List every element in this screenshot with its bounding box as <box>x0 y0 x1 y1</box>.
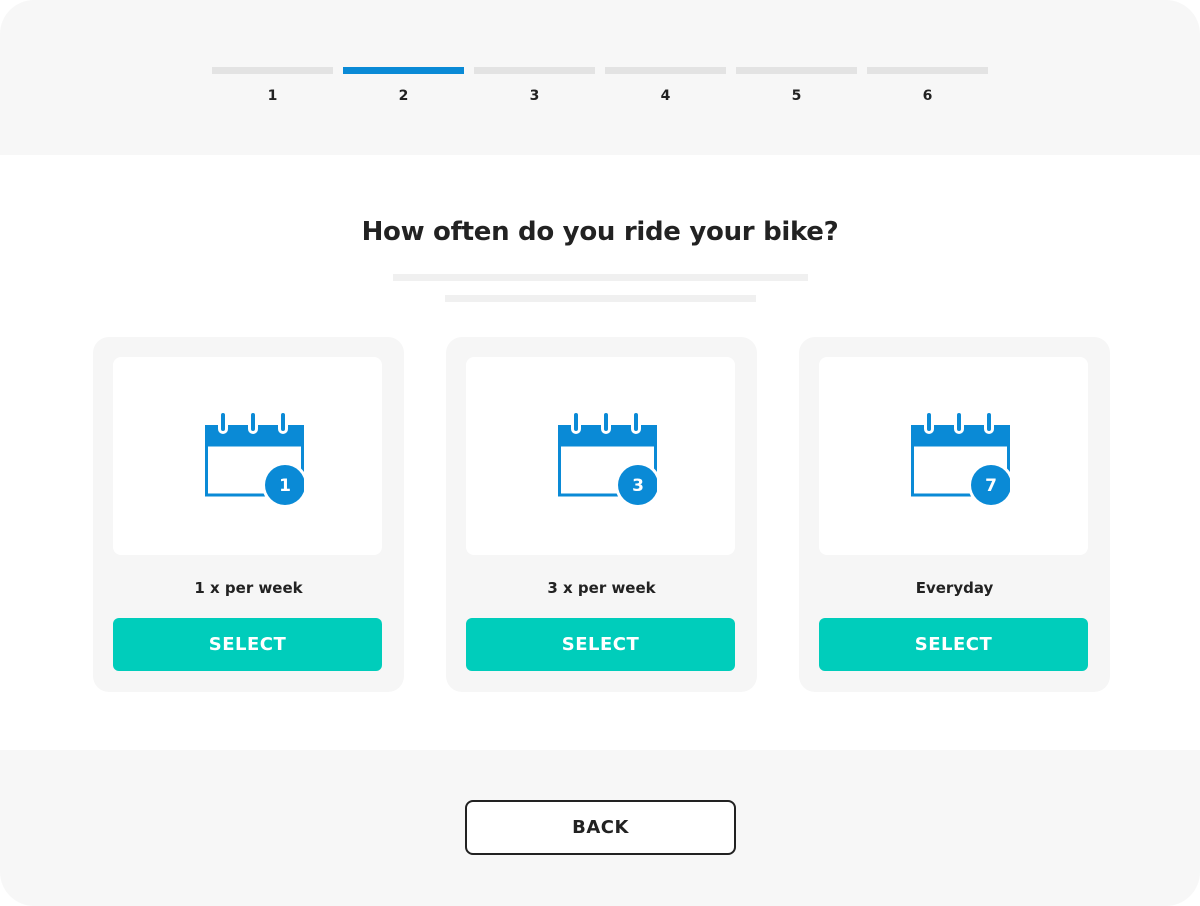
calendar-badge-number: 1 <box>279 476 291 496</box>
option-label: Everyday <box>915 579 994 597</box>
step-number: 5 <box>791 88 802 104</box>
step-number: 4 <box>660 88 671 104</box>
footer: BACK <box>0 750 1200 906</box>
step-3[interactable]: 3 <box>474 67 595 104</box>
step-number: 2 <box>398 88 409 104</box>
option-label: 3 x per week <box>547 579 656 597</box>
step-1[interactable]: 1 <box>212 67 333 104</box>
step-progress-bar <box>474 67 595 74</box>
wizard-frame: 1 2 3 4 5 6 How often do you ride your b… <box>0 0 1200 906</box>
option-label: 1 x per week <box>194 579 303 597</box>
step-6[interactable]: 6 <box>867 67 988 104</box>
step-2[interactable]: 2 <box>343 67 464 104</box>
back-button[interactable]: BACK <box>465 800 736 855</box>
option-card-3-per-week: 3 3 x per week SELECT <box>446 337 757 692</box>
step-number: 3 <box>529 88 540 104</box>
calendar-badge-number: 7 <box>985 476 997 496</box>
calendar-icon: 7 <box>910 410 1010 508</box>
calendar-badge-number: 3 <box>632 476 644 496</box>
step-progress-bar <box>867 67 988 74</box>
option-image: 1 <box>113 357 382 555</box>
step-progress-bar <box>605 67 726 74</box>
select-button[interactable]: SELECT <box>819 618 1088 671</box>
option-card-1-per-week: 1 1 x per week SELECT <box>93 337 404 692</box>
calendar-icon: 3 <box>557 410 657 508</box>
stepper: 1 2 3 4 5 6 <box>212 67 988 104</box>
description-placeholder-line <box>393 274 808 281</box>
question-title: How often do you ride your bike? <box>361 217 839 247</box>
step-number: 6 <box>922 88 933 104</box>
step-number: 1 <box>267 88 278 104</box>
calendar-icon: 1 <box>204 410 304 508</box>
options-list: 1 1 x per week SELECT 3 3 x per week SEL… <box>93 337 1110 692</box>
question-section: How often do you ride your bike? 1 1 x p… <box>0 155 1200 750</box>
option-card-everyday: 7 Everyday SELECT <box>799 337 1110 692</box>
select-button[interactable]: SELECT <box>466 618 735 671</box>
step-5[interactable]: 5 <box>736 67 857 104</box>
stepper-header: 1 2 3 4 5 6 <box>0 0 1200 155</box>
description-placeholder-line <box>445 295 756 302</box>
step-4[interactable]: 4 <box>605 67 726 104</box>
select-button[interactable]: SELECT <box>113 618 382 671</box>
step-progress-bar <box>343 67 464 74</box>
step-progress-bar <box>212 67 333 74</box>
option-image: 3 <box>466 357 735 555</box>
step-progress-bar <box>736 67 857 74</box>
option-image: 7 <box>819 357 1088 555</box>
